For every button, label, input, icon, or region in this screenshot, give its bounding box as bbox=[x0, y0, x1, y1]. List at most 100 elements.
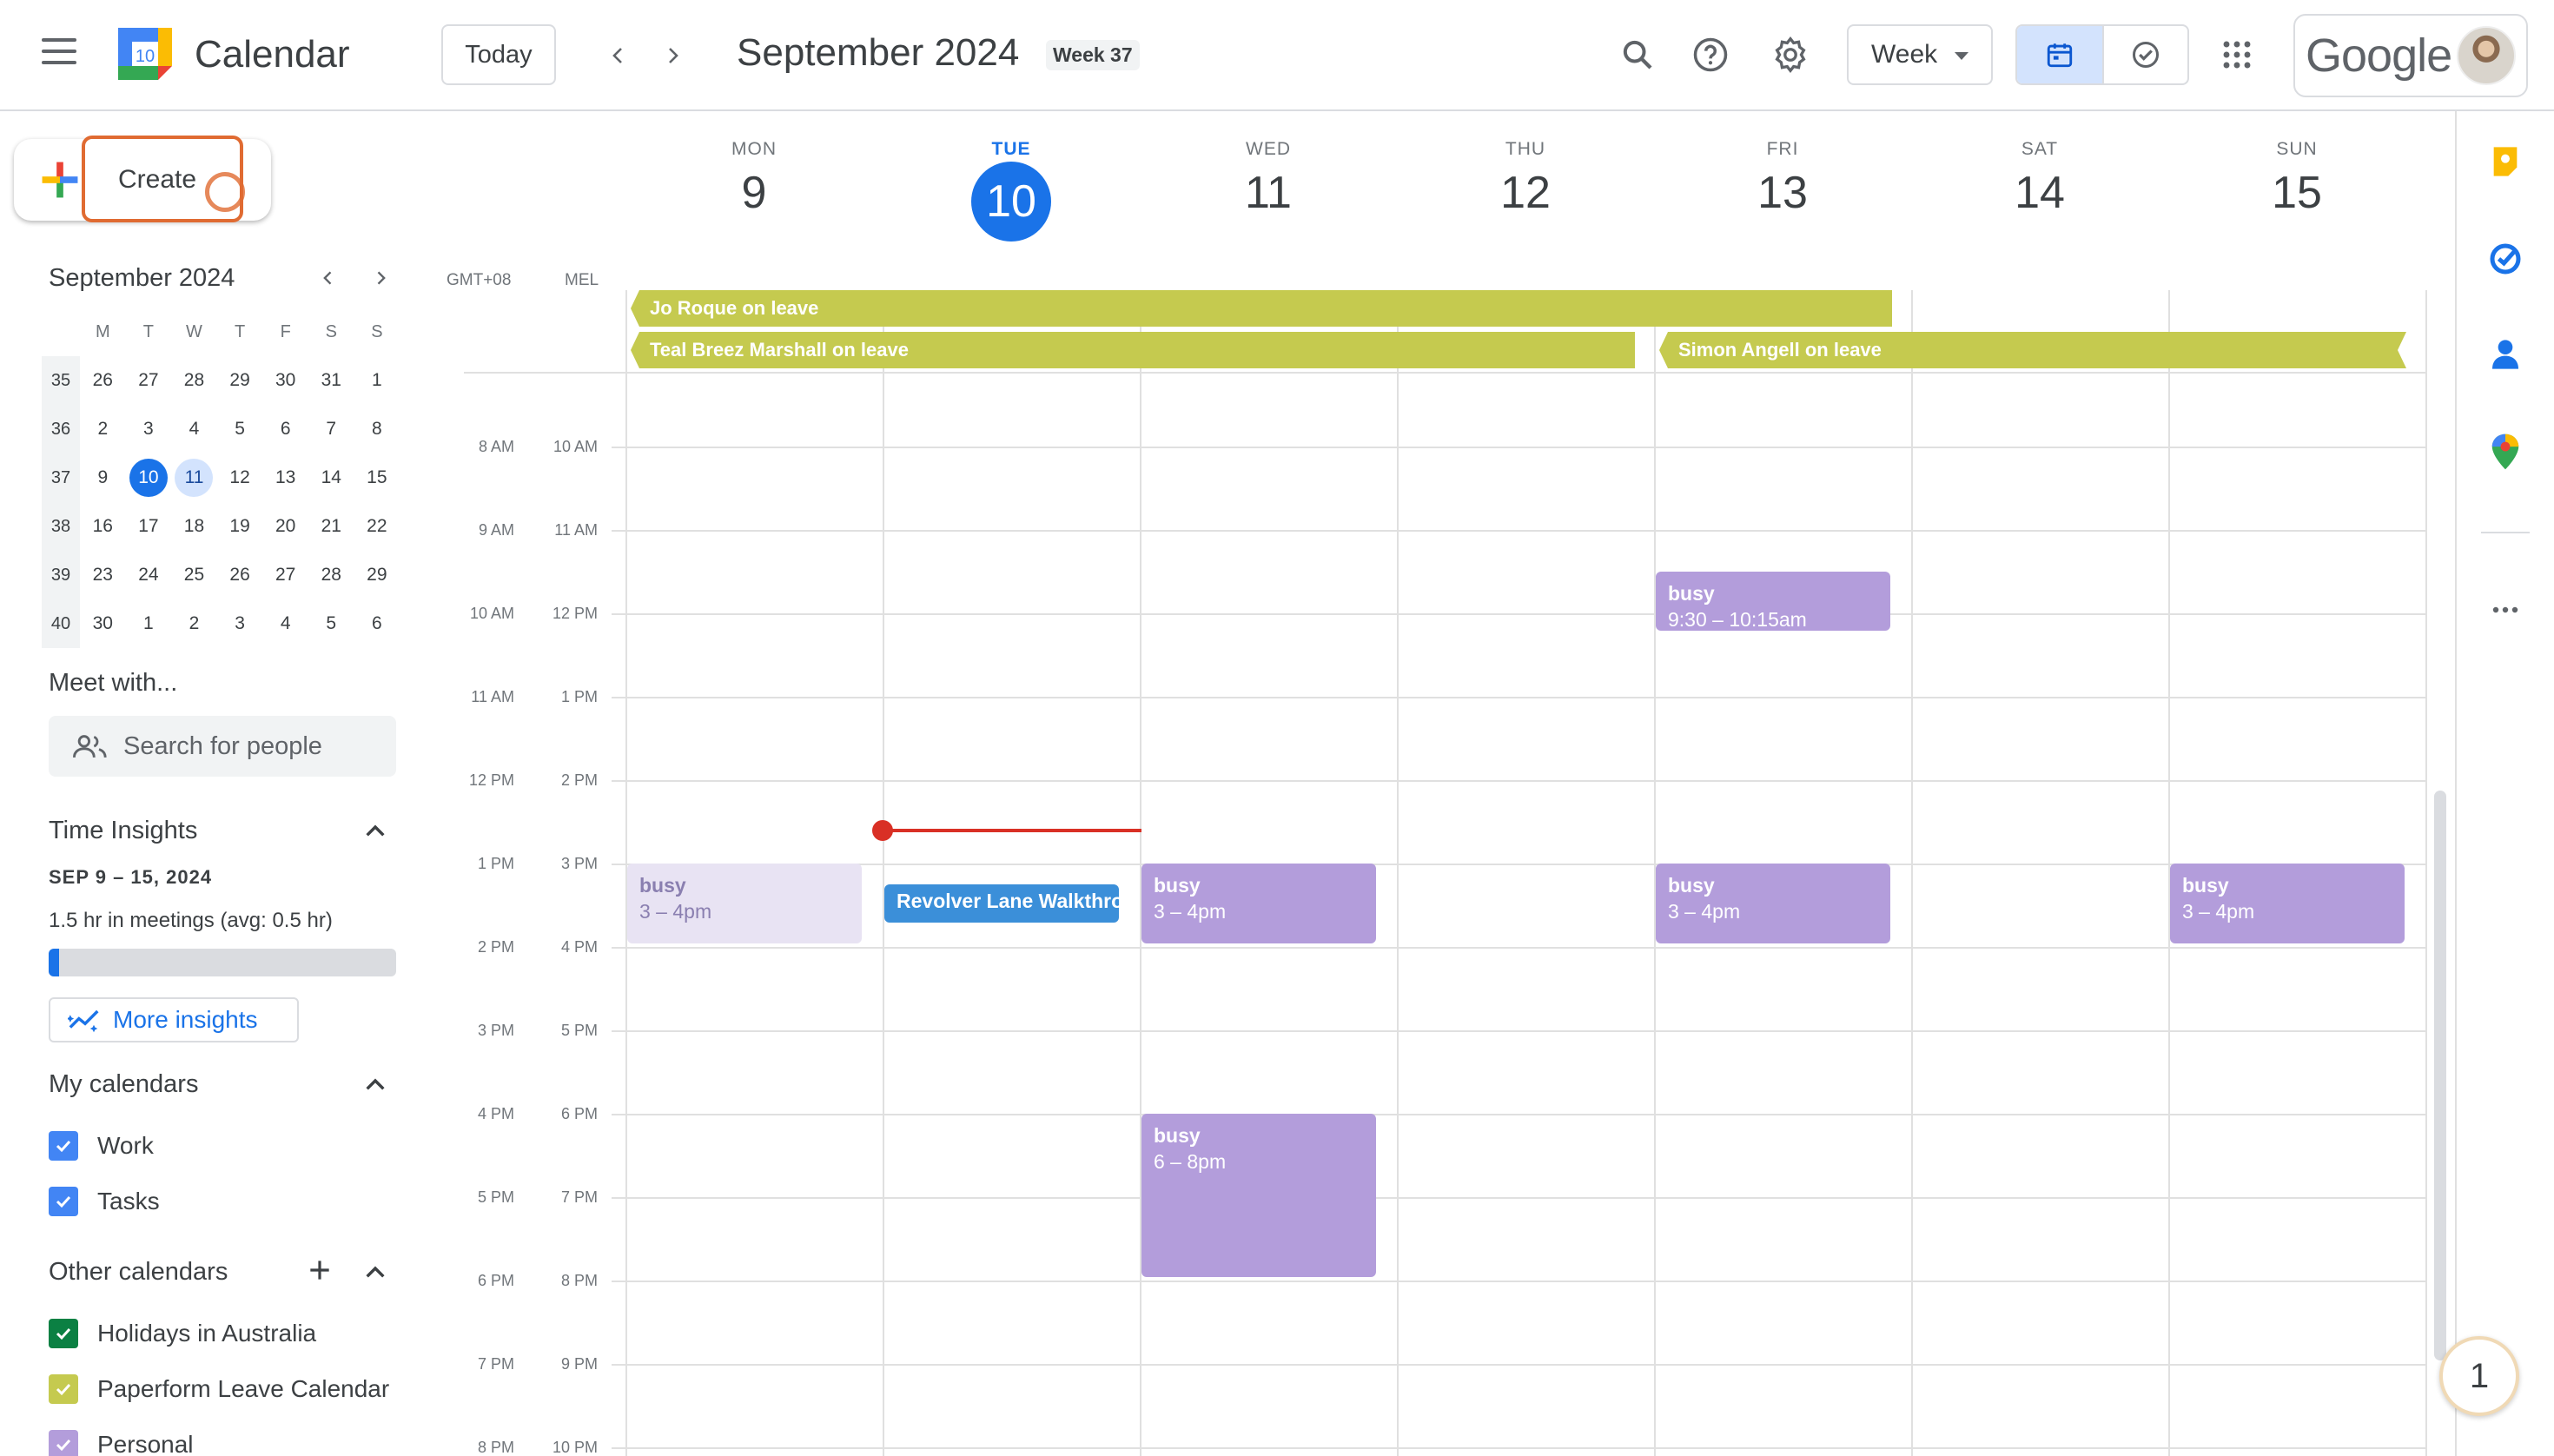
settings-gear-icon[interactable] bbox=[1769, 33, 1812, 76]
day-header-sat[interactable]: SAT 14 bbox=[1911, 139, 2168, 219]
calendar-list-item[interactable]: Tasks bbox=[49, 1187, 160, 1216]
calendar-event[interactable]: busy 3 – 4pm bbox=[1141, 864, 1376, 943]
search-icon[interactable] bbox=[1616, 33, 1659, 76]
previous-week-button[interactable] bbox=[598, 35, 639, 76]
mini-calendar-day[interactable]: 6 bbox=[354, 613, 400, 634]
mini-calendar-day[interactable]: 13 bbox=[262, 467, 308, 488]
mini-calendar-day[interactable]: 23 bbox=[80, 565, 126, 586]
mini-calendar-day[interactable]: 6 bbox=[262, 419, 308, 440]
calendar-logo[interactable]: 10 bbox=[116, 26, 174, 82]
calendar-list-item[interactable]: Personal bbox=[49, 1430, 194, 1456]
mini-calendar-day[interactable]: 21 bbox=[308, 516, 354, 537]
mini-calendar-week-number[interactable]: 36 bbox=[42, 405, 80, 453]
mini-calendar-day[interactable]: 2 bbox=[80, 419, 126, 440]
add-calendar-plus-icon[interactable] bbox=[306, 1256, 334, 1284]
mini-calendar-day[interactable]: 3 bbox=[126, 419, 172, 440]
main-menu-icon[interactable] bbox=[42, 38, 76, 64]
help-notification-badge[interactable]: 1 bbox=[2439, 1336, 2519, 1416]
mini-calendar-week-number[interactable]: 35 bbox=[42, 356, 80, 405]
mini-calendar-day[interactable]: 26 bbox=[217, 565, 263, 586]
chevron-up-icon[interactable] bbox=[361, 817, 389, 844]
mini-calendar-week-number[interactable]: 39 bbox=[42, 551, 80, 599]
mini-calendar-day[interactable]: 8 bbox=[354, 419, 400, 440]
all-day-event[interactable]: Jo Roque on leave bbox=[631, 290, 1892, 327]
mini-calendar-day[interactable]: 11 bbox=[171, 459, 217, 497]
mini-calendar-day[interactable]: 16 bbox=[80, 516, 126, 537]
mini-calendar-day[interactable]: 31 bbox=[308, 370, 354, 391]
chevron-up-icon[interactable] bbox=[361, 1070, 389, 1098]
mini-calendar-day[interactable]: 5 bbox=[217, 419, 263, 440]
calendar-event[interactable]: busy 3 – 4pm bbox=[627, 864, 862, 943]
mini-calendar-day[interactable]: 27 bbox=[126, 370, 172, 391]
mini-calendar-day[interactable]: 9 bbox=[80, 467, 126, 488]
calendar-list-item[interactable]: Holidays in Australia bbox=[49, 1319, 316, 1348]
mini-calendar-day[interactable]: 10 bbox=[126, 459, 172, 497]
calendar-checkbox[interactable] bbox=[49, 1430, 78, 1456]
next-week-button[interactable] bbox=[652, 35, 693, 76]
more-insights-button[interactable]: More insights bbox=[49, 997, 299, 1042]
google-account-button[interactable]: Google bbox=[2293, 14, 2528, 97]
mini-calendar-day[interactable]: 2 bbox=[171, 613, 217, 634]
tasks-view-toggle[interactable] bbox=[2101, 26, 2187, 83]
day-header-fri[interactable]: FRI 13 bbox=[1654, 139, 1911, 219]
day-header-thu[interactable]: THU 12 bbox=[1397, 139, 1654, 219]
mini-calendar-day[interactable]: 7 bbox=[308, 419, 354, 440]
day-header-wed[interactable]: WED 11 bbox=[1140, 139, 1397, 219]
today-button[interactable]: Today bbox=[441, 24, 556, 85]
more-options-icon[interactable] bbox=[2486, 591, 2524, 629]
calendar-checkbox[interactable] bbox=[49, 1187, 78, 1216]
mini-calendar-day[interactable]: 1 bbox=[354, 370, 400, 391]
day-number[interactable]: 13 bbox=[1654, 167, 1911, 219]
user-avatar[interactable] bbox=[2457, 26, 2516, 85]
mini-calendar-day[interactable]: 15 bbox=[354, 467, 400, 488]
mini-calendar-day[interactable]: 18 bbox=[171, 516, 217, 537]
mini-calendar-day[interactable]: 29 bbox=[354, 565, 400, 586]
day-number[interactable]: 11 bbox=[1140, 167, 1397, 219]
help-icon[interactable] bbox=[1689, 33, 1732, 76]
mini-calendar-day[interactable]: 14 bbox=[308, 467, 354, 488]
day-header-sun[interactable]: SUN 15 bbox=[2168, 139, 2425, 219]
calendar-event[interactable]: Revolver Lane Walkthrough bbox=[884, 884, 1119, 923]
view-selector-dropdown[interactable]: Week bbox=[1847, 24, 1993, 85]
mini-calendar-day[interactable]: 25 bbox=[171, 565, 217, 586]
day-header-mon[interactable]: MON 9 bbox=[625, 139, 883, 219]
calendar-event[interactable]: busy 9:30 – 10:15am bbox=[1656, 572, 1890, 631]
calendar-event[interactable]: busy 3 – 4pm bbox=[2170, 864, 2405, 943]
day-number[interactable]: 14 bbox=[1911, 167, 2168, 219]
mini-calendar-day[interactable]: 26 bbox=[80, 370, 126, 391]
maps-pin-icon[interactable] bbox=[2486, 433, 2524, 471]
mini-calendar-next-button[interactable] bbox=[363, 261, 398, 295]
day-header-tue[interactable]: TUE 10 bbox=[883, 139, 1140, 242]
mini-calendar-day[interactable]: 22 bbox=[354, 516, 400, 537]
calendar-checkbox[interactable] bbox=[49, 1131, 78, 1161]
mini-calendar-day[interactable]: 19 bbox=[217, 516, 263, 537]
mini-calendar-day[interactable]: 17 bbox=[126, 516, 172, 537]
mini-calendar-day[interactable]: 30 bbox=[80, 613, 126, 634]
calendar-list-item[interactable]: Paperform Leave Calendar bbox=[49, 1374, 389, 1404]
grid-scrollbar[interactable] bbox=[2434, 791, 2446, 1360]
chevron-up-icon[interactable] bbox=[361, 1258, 389, 1286]
mini-calendar-day[interactable]: 30 bbox=[262, 370, 308, 391]
mini-calendar-day[interactable]: 12 bbox=[217, 467, 263, 488]
calendar-view-toggle[interactable] bbox=[2017, 26, 2102, 83]
all-day-event[interactable]: Simon Angell on leave bbox=[1659, 332, 2406, 368]
day-number[interactable]: 12 bbox=[1397, 167, 1654, 219]
day-number[interactable]: 9 bbox=[625, 167, 883, 219]
mini-calendar-day[interactable]: 24 bbox=[126, 565, 172, 586]
mini-calendar-day[interactable]: 4 bbox=[171, 419, 217, 440]
search-people-input[interactable]: Search for people bbox=[49, 716, 396, 777]
mini-calendar-day[interactable]: 28 bbox=[171, 370, 217, 391]
keep-notes-icon[interactable] bbox=[2486, 142, 2524, 181]
tasks-icon[interactable] bbox=[2486, 240, 2524, 278]
mini-calendar-day[interactable]: 5 bbox=[308, 613, 354, 634]
calendar-list-item[interactable]: Work bbox=[49, 1131, 154, 1161]
calendar-event[interactable]: busy 3 – 4pm bbox=[1656, 864, 1890, 943]
mini-calendar-day[interactable]: 4 bbox=[262, 613, 308, 634]
calendar-checkbox[interactable] bbox=[49, 1319, 78, 1348]
calendar-checkbox[interactable] bbox=[49, 1374, 78, 1404]
all-day-event[interactable]: Teal Breez Marshall on leave bbox=[631, 332, 1635, 368]
mini-calendar-day[interactable]: 3 bbox=[217, 613, 263, 634]
calendar-event[interactable]: busy 6 – 8pm bbox=[1141, 1114, 1376, 1277]
mini-calendar-week-number[interactable]: 40 bbox=[42, 599, 80, 648]
mini-calendar-day[interactable]: 29 bbox=[217, 370, 263, 391]
